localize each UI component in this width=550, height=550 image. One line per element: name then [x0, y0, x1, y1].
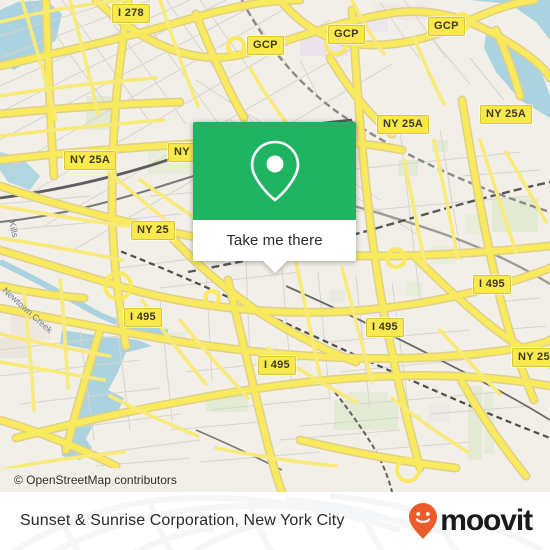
- place-popup-card[interactable]: Take me there: [193, 122, 356, 273]
- attribution-text: © OpenStreetMap contributors: [14, 473, 177, 487]
- moovit-pin-smiley-icon: [409, 503, 438, 539]
- take-me-there-button[interactable]: Take me there: [193, 220, 356, 261]
- page-title: Sunset & Sunrise Corporation, New York C…: [20, 512, 345, 529]
- shield-ny-25a-3[interactable]: NY 25A: [64, 151, 117, 170]
- popup-pointer-tail: [263, 261, 287, 273]
- shield-i-495-2[interactable]: I 495: [124, 308, 162, 327]
- shield-i-495-4[interactable]: I 495: [258, 356, 296, 375]
- shield-i-495-1[interactable]: I 495: [473, 275, 511, 294]
- take-me-there-label: Take me there: [226, 232, 323, 249]
- moovit-wordmark: moovit: [440, 504, 533, 537]
- map-attribution[interactable]: © OpenStreetMap contributors: [0, 468, 212, 492]
- shield-gcp-2[interactable]: GCP: [328, 25, 365, 44]
- popup-hero: [193, 122, 356, 220]
- shield-ny-25a-2[interactable]: NY 25A: [480, 105, 533, 124]
- map-canvas[interactable]: Newtown Creek Kills I 278 GCP GCP GCP NY…: [0, 0, 550, 492]
- moovit-logo[interactable]: moovit: [408, 502, 533, 540]
- shield-ny-25-1[interactable]: NY 25: [131, 221, 175, 240]
- shield-gcp-1[interactable]: GCP: [247, 36, 284, 55]
- shield-ny-25a-1[interactable]: NY 25A: [377, 115, 430, 134]
- map-page: Newtown Creek Kills I 278 GCP GCP GCP NY…: [0, 0, 550, 550]
- shield-ny[interactable]: NY: [168, 143, 196, 162]
- location-pin-icon: [250, 140, 299, 202]
- shield-ny-25-2[interactable]: NY 25: [512, 348, 550, 367]
- shield-i-278[interactable]: I 278: [112, 4, 150, 23]
- shield-gcp-3[interactable]: GCP: [428, 17, 465, 36]
- footer-bar: Sunset & Sunrise Corporation, New York C…: [0, 492, 550, 550]
- shield-i-495-3[interactable]: I 495: [366, 318, 404, 337]
